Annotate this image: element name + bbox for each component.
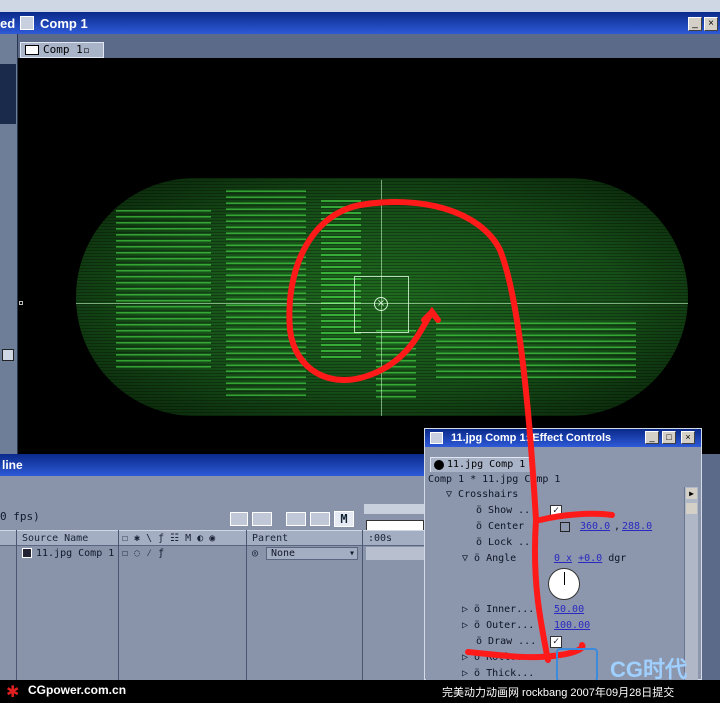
minimize-button[interactable]: _	[688, 17, 702, 31]
tab-effect-controls[interactable]: 11.jpg Comp 1	[430, 457, 534, 473]
parent-value: None	[271, 548, 296, 559]
prop-label: Show ...	[488, 505, 537, 516]
cgpower-logo: CGpower.com.cn	[28, 683, 127, 697]
project-thumbnail	[0, 64, 16, 124]
ec-minimize-button[interactable]: _	[645, 431, 659, 444]
prop-label: Lock ...	[488, 537, 537, 548]
cg-brand-logo: CG时代	[610, 657, 688, 682]
effect-controls-titlebar[interactable]: 11.jpg Comp 1: Effect Controls	[425, 429, 701, 447]
menu-bar	[0, 0, 720, 12]
column-divider	[16, 530, 17, 680]
angle-dial[interactable]	[548, 568, 580, 600]
prop-outer[interactable]: ▷ ö Outer...	[462, 618, 534, 634]
center-x-value[interactable]: 360.0	[580, 519, 610, 535]
prop-label: Thick...	[486, 668, 535, 679]
layer-duration-bar[interactable]	[366, 547, 424, 560]
project-panel-edge	[0, 34, 18, 454]
time-navigator[interactable]	[364, 504, 424, 514]
window-left-fragment: ed	[0, 16, 16, 31]
prop-label: Inner...	[486, 604, 535, 615]
prop-lock[interactable]: ö Lock ...	[476, 535, 536, 551]
effect-path: Comp 1 * 11.jpg Comp 1	[428, 474, 561, 485]
layer-switches[interactable]: ☐ ◌ ⁄ ƒ	[122, 548, 164, 560]
prop-label: Roll...	[486, 652, 529, 663]
source-name-header[interactable]: Source Name	[22, 533, 88, 544]
effect-icon	[434, 460, 444, 470]
time-ruler-label: :00s	[368, 533, 393, 544]
tab-close-icon[interactable]: ◻	[84, 44, 89, 58]
effect-controls-body: Comp 1 * 11.jpg Comp 1 ▽ Crosshairs ö Sh…	[426, 472, 684, 680]
composition-titlebar: ed Comp 1	[0, 12, 720, 34]
center-y-value[interactable]: 288.0	[622, 519, 652, 535]
comp-layer-icon	[22, 548, 32, 558]
effect-controls-window-icon	[430, 432, 443, 444]
prop-draw[interactable]: ö Draw ...	[476, 634, 536, 650]
chevron-down-icon: ▾	[348, 548, 355, 559]
cg-logo-mark	[556, 648, 598, 682]
effect-controls-title: 11.jpg Comp 1: Effect Controls	[451, 432, 612, 444]
parent-pick-whip-icon[interactable]: ◎	[252, 548, 258, 559]
prop-roll[interactable]: ▷ ö Roll...	[462, 650, 528, 666]
layer-handle-left[interactable]	[19, 301, 23, 305]
timeline-button-3[interactable]	[286, 512, 306, 526]
timeline-panel: 0 fps) M	[0, 476, 424, 680]
inner-value[interactable]: 50.00	[554, 602, 584, 618]
timeline-title-fragment: line	[2, 458, 23, 472]
cgpower-star-icon: ✱	[6, 684, 20, 701]
timeline-column-header: Source Name ☐ ✱ \ ƒ ☷ M ◐ ◉ Parent :00s	[0, 530, 424, 546]
prop-show[interactable]: ö Show ...	[476, 503, 536, 519]
prop-center[interactable]: ö Center	[476, 519, 524, 535]
crosshair-center-handle-icon[interactable]: ×	[374, 297, 388, 311]
angle-value[interactable]: 0 x +0.0 dgr	[554, 551, 626, 567]
angle-turns[interactable]: 0 x	[554, 553, 572, 564]
timeline-button-4[interactable]	[310, 512, 330, 526]
project-panel-button[interactable]	[2, 349, 14, 361]
effect-group-crosshairs[interactable]: ▽ Crosshairs	[446, 487, 518, 503]
prop-label: Draw ...	[488, 636, 537, 647]
value-separator: ,	[614, 521, 621, 532]
point-control-icon[interactable]	[560, 522, 570, 532]
prop-label: Outer...	[486, 620, 535, 631]
draw-checkbox[interactable]: ✓	[550, 636, 562, 648]
timeline-titlebar: line	[0, 454, 424, 476]
angle-degrees[interactable]: +0.0	[578, 553, 602, 564]
panel-menu-arrow-icon[interactable]: ▶	[686, 488, 697, 499]
switches-header: ☐ ✱ \ ƒ ☷ M ◐ ◉	[122, 533, 216, 544]
close-button[interactable]: ×	[704, 17, 718, 31]
timeline-button-2[interactable]	[252, 512, 272, 526]
effect-tab-label: 11.jpg Comp 1	[447, 459, 526, 470]
parent-dropdown[interactable]: None ▾	[266, 547, 358, 560]
layer-name[interactable]: 11.jpg Comp 1	[36, 548, 114, 559]
comp-window-icon	[20, 16, 34, 30]
parent-header[interactable]: Parent	[252, 533, 288, 544]
window-title: Comp 1	[40, 16, 88, 31]
ec-maximize-button[interactable]: □	[662, 431, 676, 444]
motion-blur-button[interactable]: M	[334, 511, 354, 527]
tab-comp-1[interactable]: Comp 1 ◻	[20, 42, 104, 58]
column-divider	[246, 530, 247, 680]
timeline-button-1[interactable]	[230, 512, 248, 526]
fps-fragment: 0 fps)	[0, 510, 40, 523]
effect-name: Crosshairs	[458, 489, 519, 500]
prop-angle[interactable]: ▽ ö Angle	[462, 551, 516, 567]
layer-row[interactable]: 11.jpg Comp 1 ☐ ◌ ⁄ ƒ ◎ None ▾	[0, 546, 424, 562]
comp-icon	[25, 45, 39, 55]
comp-tab-label: Comp 1	[43, 43, 83, 56]
prop-label: Center	[488, 521, 525, 532]
prop-inner[interactable]: ▷ ö Inner...	[462, 602, 534, 618]
show-checkbox[interactable]: ✓	[550, 505, 562, 517]
prop-label: Angle	[486, 553, 517, 564]
column-divider	[118, 530, 119, 680]
column-divider	[362, 530, 363, 680]
ec-close-button[interactable]: ×	[681, 431, 695, 444]
outer-value[interactable]: 100.00	[554, 618, 590, 634]
angle-unit: dgr	[608, 553, 627, 564]
caption: 完美动力动画网 rockbang 2007年09月28日提交	[442, 687, 675, 699]
panel-options-icon[interactable]	[686, 503, 697, 514]
angle-dial-needle	[564, 572, 565, 585]
